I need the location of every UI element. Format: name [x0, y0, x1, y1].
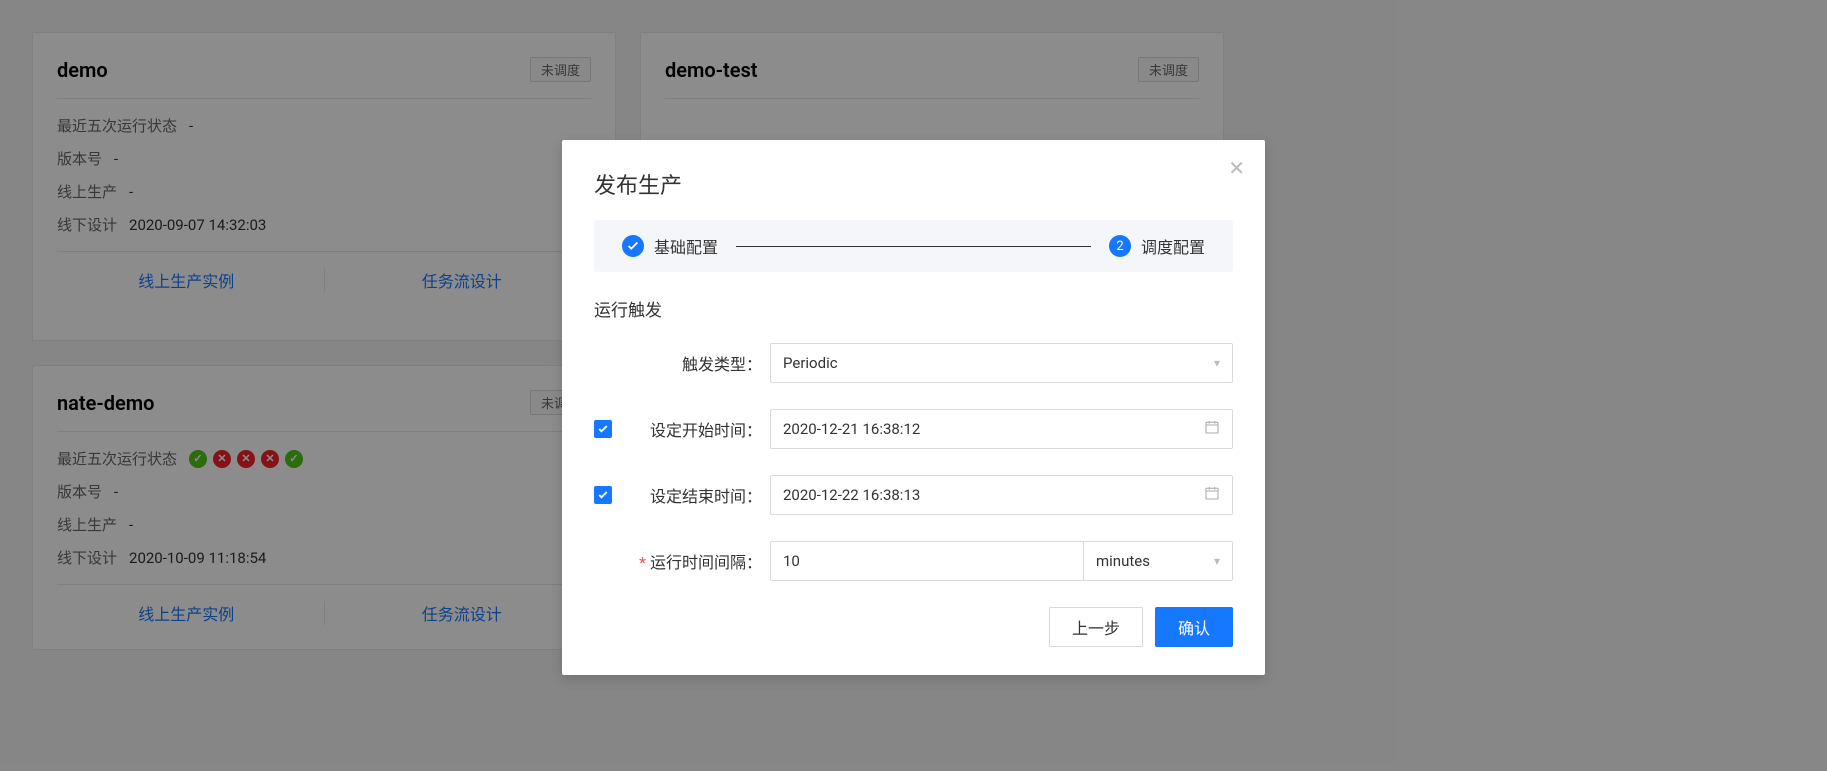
step-2-label: 调度配置: [1141, 234, 1205, 258]
trigger-type-select[interactable]: Periodic ▾: [770, 343, 1233, 383]
interval-unit-select[interactable]: minutes ▾: [1083, 541, 1233, 581]
start-time-value: 2020-12-21 16:38:12: [783, 420, 920, 438]
step-1: 基础配置: [622, 234, 718, 258]
steps-bar: 基础配置 2 调度配置: [594, 220, 1233, 272]
chevron-down-icon: ▾: [1214, 554, 1220, 568]
end-time-value: 2020-12-22 16:38:13: [783, 486, 920, 504]
calendar-icon: [1204, 485, 1220, 505]
end-time-label: 设定结束时间：: [630, 483, 770, 507]
trigger-type-row: 触发类型： Periodic ▾: [594, 343, 1233, 383]
step-1-label: 基础配置: [654, 234, 718, 258]
close-icon[interactable]: ✕: [1228, 158, 1245, 178]
trigger-type-value: Periodic: [783, 354, 838, 372]
interval-row: *运行时间间隔： 10 minutes ▾: [594, 541, 1233, 581]
start-time-checkbox[interactable]: [594, 420, 612, 438]
modal-overlay[interactable]: ✕ 发布生产 基础配置 2 调度配置 运行触发 触发类型： Periodic: [0, 0, 1827, 771]
start-time-input[interactable]: 2020-12-21 16:38:12: [770, 409, 1233, 449]
start-time-label: 设定开始时间：: [630, 417, 770, 441]
check-icon: [622, 235, 644, 257]
interval-input[interactable]: 10: [770, 541, 1083, 581]
publish-modal: ✕ 发布生产 基础配置 2 调度配置 运行触发 触发类型： Periodic: [562, 140, 1265, 675]
start-time-row: 设定开始时间： 2020-12-21 16:38:12: [594, 409, 1233, 449]
confirm-button[interactable]: 确认: [1155, 607, 1233, 647]
interval-unit-value: minutes: [1096, 552, 1150, 570]
end-time-row: 设定结束时间： 2020-12-22 16:38:13: [594, 475, 1233, 515]
prev-button[interactable]: 上一步: [1049, 607, 1143, 647]
step-connector: [736, 246, 1091, 247]
section-title: 运行触发: [594, 296, 1233, 321]
trigger-type-label: 触发类型：: [630, 351, 770, 375]
step-2: 2 调度配置: [1109, 234, 1205, 258]
end-time-input[interactable]: 2020-12-22 16:38:13: [770, 475, 1233, 515]
modal-title: 发布生产: [594, 168, 1233, 200]
modal-footer: 上一步 确认: [594, 607, 1233, 647]
chevron-down-icon: ▾: [1214, 356, 1220, 370]
calendar-icon: [1204, 419, 1220, 439]
interval-label: *运行时间间隔：: [630, 549, 770, 573]
interval-value: 10: [783, 552, 800, 570]
end-time-checkbox[interactable]: [594, 486, 612, 504]
step-number-icon: 2: [1109, 235, 1131, 257]
